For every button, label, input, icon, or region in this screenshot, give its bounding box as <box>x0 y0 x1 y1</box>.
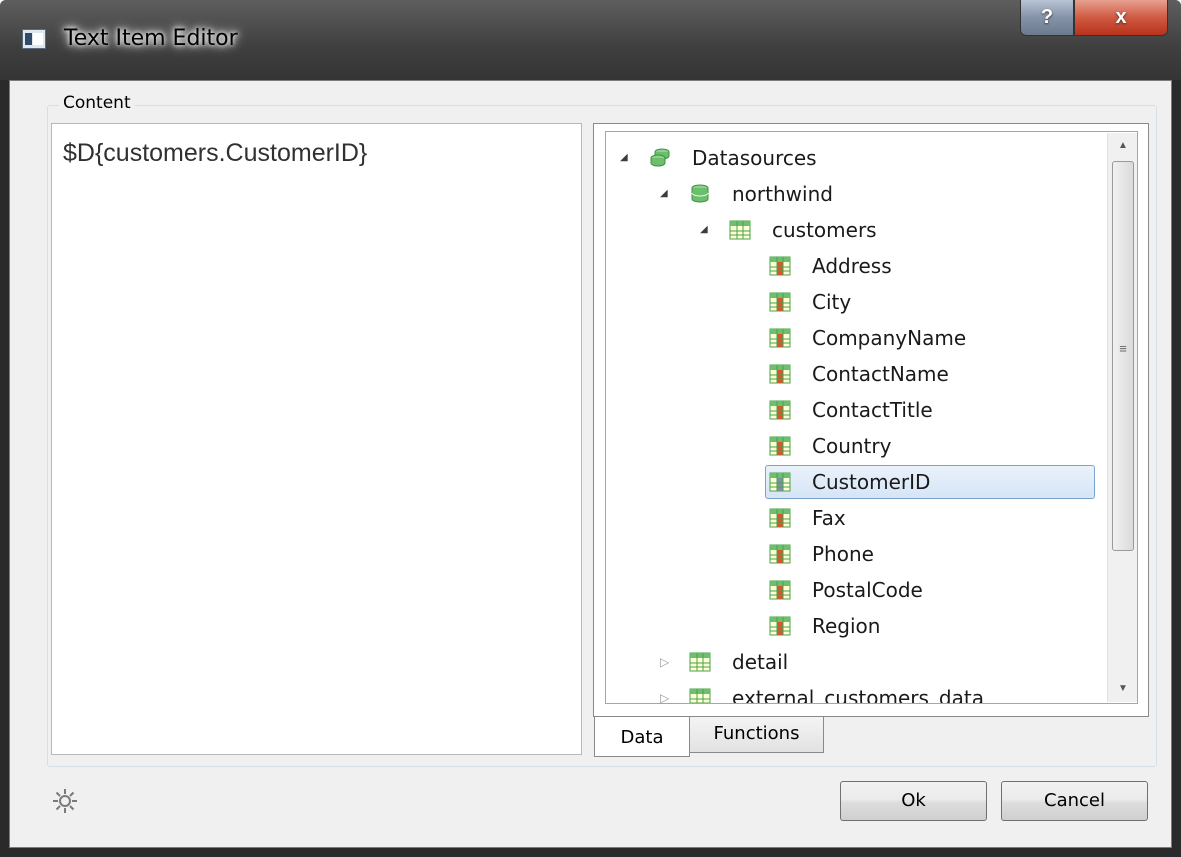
dialog-window: Text Item Editor ? x Content $D{customer… <box>0 0 1181 857</box>
tree-item-label: CompanyName <box>812 326 967 350</box>
field-icon <box>769 508 791 528</box>
window-title: Text Item Editor <box>64 26 238 51</box>
database-icon <box>691 184 709 203</box>
cancel-button[interactable]: Cancel <box>1001 781 1148 821</box>
field-icon <box>769 544 791 564</box>
tree-field-companyname[interactable]: CompanyName <box>606 320 1106 356</box>
datasource-tree[interactable]: ◢ Datasources ◢ northwind ◢ customers Ad… <box>605 131 1138 704</box>
close-button[interactable]: x <box>1074 0 1168 36</box>
scroll-up-arrow-icon[interactable]: ▲ <box>1108 133 1137 159</box>
content-text-editor[interactable]: $D{customers.CustomerID} <box>51 123 582 755</box>
table-icon <box>729 220 751 240</box>
scrollbar-thumb[interactable]: ≡ <box>1112 161 1134 551</box>
field-icon <box>769 616 791 636</box>
tree-item-label: detail <box>732 650 789 674</box>
expanded-arrow-icon[interactable]: ◢ <box>700 212 714 248</box>
ok-button[interactable]: Ok <box>840 781 987 821</box>
tree-item-label: CustomerID <box>812 470 931 494</box>
tree-item-label: ContactTitle <box>812 398 933 422</box>
tree-field-address[interactable]: Address <box>606 248 1106 284</box>
tree-field-postalcode[interactable]: PostalCode <box>606 572 1106 608</box>
tab-functions[interactable]: Functions <box>690 717 824 753</box>
collapsed-arrow-icon[interactable]: ▷ <box>660 644 674 680</box>
datasources-icon <box>650 148 670 167</box>
tree-item-label: PostalCode <box>812 578 923 602</box>
dialog-body: Content $D{customers.CustomerID} ◢ Datas… <box>9 80 1172 848</box>
table-icon <box>689 652 711 672</box>
title-bar[interactable]: Text Item Editor ? x <box>0 0 1181 80</box>
window-icon <box>22 29 46 49</box>
tree-field-country[interactable]: Country <box>606 428 1106 464</box>
tree-item-datasources[interactable]: ◢ Datasources <box>606 140 1106 176</box>
field-icon <box>769 472 791 492</box>
field-icon <box>769 328 791 348</box>
table-icon <box>689 688 711 703</box>
tree-item-external-customers-data[interactable]: ▷ external_customers_data <box>606 680 1106 704</box>
field-icon <box>769 400 791 420</box>
tree-item-northwind[interactable]: ◢ northwind <box>606 176 1106 212</box>
gear-icon[interactable] <box>50 786 80 816</box>
tree-item-label: external_customers_data <box>732 686 984 704</box>
field-icon <box>769 364 791 384</box>
tree-field-city[interactable]: City <box>606 284 1106 320</box>
grip-icon: ≡ <box>1119 341 1127 356</box>
tree-item-label: Country <box>812 434 892 458</box>
expanded-arrow-icon[interactable]: ◢ <box>660 176 674 212</box>
tree-item-label: Fax <box>812 506 846 530</box>
tree-item-label: northwind <box>732 182 833 206</box>
tree-field-phone[interactable]: Phone <box>606 536 1106 572</box>
tree-item-detail[interactable]: ▷ detail <box>606 644 1106 680</box>
tree-item-label: ContactName <box>812 362 949 386</box>
tree-field-fax[interactable]: Fax <box>606 500 1106 536</box>
tree-item-label: Address <box>812 254 892 278</box>
tree-item-label: customers <box>772 218 877 242</box>
field-icon <box>769 292 791 312</box>
tree-field-contactname[interactable]: ContactName <box>606 356 1106 392</box>
tree-item-customers[interactable]: ◢ customers <box>606 212 1106 248</box>
scroll-down-arrow-icon[interactable]: ▼ <box>1108 676 1137 702</box>
tree-field-region[interactable]: Region <box>606 608 1106 644</box>
field-icon <box>769 436 791 456</box>
tree-item-label: Datasources <box>692 146 817 170</box>
tree-item-label: Region <box>812 614 881 638</box>
collapsed-arrow-icon[interactable]: ▷ <box>660 680 674 703</box>
tree-item-label: Phone <box>812 542 874 566</box>
field-icon <box>769 580 791 600</box>
data-tab-panel: ◢ Datasources ◢ northwind ◢ customers Ad… <box>593 123 1149 717</box>
expanded-arrow-icon[interactable]: ◢ <box>620 140 634 176</box>
tree-scrollbar[interactable]: ▲ ≡ ▼ <box>1107 133 1137 702</box>
help-button[interactable]: ? <box>1020 0 1074 36</box>
content-group-label: Content <box>59 93 135 113</box>
tree-field-contacttitle[interactable]: ContactTitle <box>606 392 1106 428</box>
tree-item-label: City <box>812 290 852 314</box>
field-icon <box>769 256 791 276</box>
tab-data[interactable]: Data <box>594 717 690 757</box>
tree-field-customerid[interactable]: CustomerID <box>606 464 1106 500</box>
